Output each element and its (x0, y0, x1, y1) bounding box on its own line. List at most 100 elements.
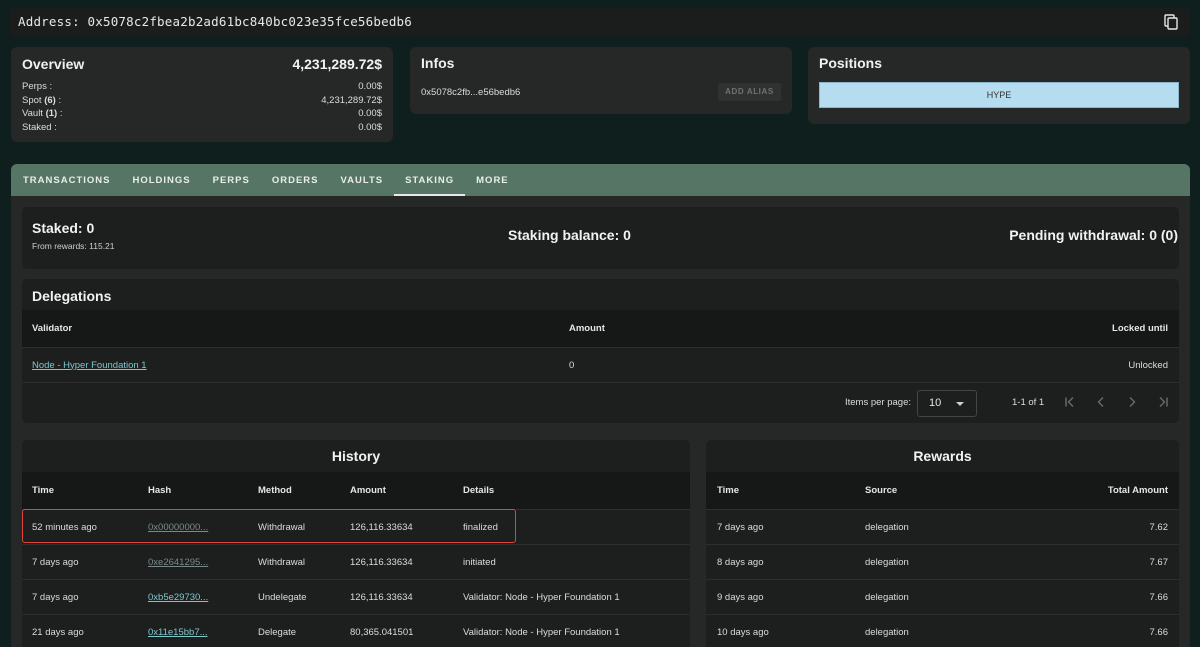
reward-source: delegation (865, 521, 909, 533)
address-bar: Address: 0x5078c2fbea2b2ad61bc840bc023e3… (10, 8, 1190, 35)
tab-perps[interactable]: PERPS (202, 164, 261, 196)
history-time: 21 days ago (32, 626, 84, 638)
tab-holdings[interactable]: HOLDINGS (121, 164, 201, 196)
overview-row-label: Spot (6) : (22, 94, 61, 108)
tab-transactions[interactable]: TRANSACTIONS (12, 164, 121, 196)
history-amount: 126,116.33634 (350, 521, 413, 533)
overview-label-text: Perps : (22, 81, 53, 92)
col-time[interactable]: Time (32, 472, 54, 509)
history-time: 52 minutes ago (32, 521, 97, 533)
table-row: 21 days ago 0x11e15bb7... Delegate 80,365.0… (22, 614, 690, 647)
overview-row-value: 0.00$ (358, 108, 382, 119)
rewards-table-header: Time Source Total Amount (706, 472, 1179, 509)
hash-link[interactable]: 0x00000000... (148, 510, 208, 544)
infos-card: Infos 0x5078c2fb...e56bedb6 ADD ALIAS (410, 47, 792, 114)
history-panel: History Time Hash Method Amount Details … (22, 440, 690, 647)
add-alias-button[interactable]: ADD ALIAS (718, 83, 781, 101)
next-page-icon[interactable] (1125, 395, 1139, 409)
position-bar-hype[interactable]: HYPE (819, 82, 1179, 108)
history-method: Withdrawal (258, 521, 305, 533)
overview-row-value: 0.00$ (358, 81, 382, 92)
col-amount[interactable]: Amount (350, 472, 386, 509)
reward-time: 8 days ago (717, 556, 764, 568)
copy-icon[interactable] (1164, 14, 1178, 30)
reward-time: 7 days ago (717, 521, 764, 533)
table-row: 52 minutes ago 0x00000000... Withdrawal 126… (22, 509, 690, 544)
overview-card: Overview 4,231,289.72$ Perps :0.00$ Spot … (11, 47, 393, 142)
prev-page-icon[interactable] (1094, 395, 1108, 409)
overview-count: (1) (45, 108, 58, 119)
tab-orders[interactable]: ORDERS (261, 164, 330, 196)
overview-row: Perps : 0.00$ (22, 80, 382, 94)
overview-row: Staked : 0.00$ (22, 121, 382, 135)
reward-source: delegation (865, 626, 909, 638)
overview-row: Spot (6) : 4,231,289.72$ (22, 94, 382, 108)
from-rewards: From rewards: 115.21 (32, 241, 115, 251)
items-per-page-select[interactable]: 10 (917, 390, 977, 417)
hash-link[interactable]: 0xe2641295... (148, 545, 208, 579)
overview-row-value: 0.00$ (358, 121, 382, 133)
page-range: 1-1 of 1 (1012, 397, 1045, 408)
staking-balance: Staking balance: 0 (508, 227, 631, 243)
staking-summary: Staked: 0 From rewards: 115.21 Staking b… (22, 207, 1179, 269)
overview-row-label: Staked : (22, 121, 57, 135)
tab-more[interactable]: MORE (465, 164, 520, 196)
table-row: 7 days ago 0xb5e29730... Undelegate 126,116… (22, 579, 690, 614)
address-text: Address: 0x5078c2fbea2b2ad61bc840bc023e3… (18, 14, 413, 29)
reward-amount: 7.67 (1149, 556, 1169, 568)
col-method[interactable]: Method (258, 472, 292, 509)
col-details[interactable]: Details (463, 472, 494, 509)
col-validator[interactable]: Validator (32, 310, 72, 347)
tab-bar: TRANSACTIONS HOLDINGS PERPS ORDERS VAULTS STA… (11, 164, 1190, 196)
staked-value: Staked: 0 (32, 220, 95, 236)
validator-link[interactable]: Node - Hyper Foundation 1 (32, 348, 147, 382)
tab-staking[interactable]: STAKING (394, 164, 466, 196)
hash-link[interactable]: 0x11e15bb7... (148, 615, 208, 647)
overview-count: (6) (44, 94, 56, 106)
history-details: finalized (463, 521, 498, 533)
col-locked-until[interactable]: Locked until (1112, 310, 1168, 347)
rewards-panel: Rewards Time Source Total Amount 7 days … (706, 440, 1179, 647)
overview-rows: Perps :0.00$ Spot (6) :4,231,289.72$ Vault… (22, 80, 382, 134)
history-table-header: Time Hash Method Amount Details (22, 472, 690, 509)
delegations-table-header: Validator Amount Locked until (22, 310, 1179, 347)
history-time: 7 days ago (32, 591, 79, 603)
history-time: 7 days ago (32, 556, 79, 568)
history-amount: 126,116.33634 (350, 591, 413, 603)
table-row: Node - Hyper Foundation 1 0 Unlocked (22, 347, 1179, 383)
history-method: Undelegate (258, 591, 307, 603)
overview-row-value: 4,231,289.72$ (321, 94, 382, 106)
tab-vaults[interactable]: VAULTS (330, 164, 395, 196)
overview-label-suffix: : (57, 108, 63, 119)
items-per-page-label: Items per page: (845, 397, 912, 408)
col-total-amount[interactable]: Total Amount (1108, 472, 1168, 509)
reward-time: 10 days ago (717, 626, 769, 638)
history-method: Withdrawal (258, 556, 305, 568)
reward-source: delegation (865, 591, 909, 603)
overview-row: Vault (1) : 0.00$ (22, 107, 382, 121)
infos-title: Infos (421, 55, 455, 71)
history-title: History (331, 448, 381, 464)
overview-title: Overview (22, 56, 85, 72)
items-per-page-value: 10 (929, 397, 942, 409)
table-row: 9 days ago delegation 7.66 (706, 579, 1179, 614)
col-hash[interactable]: Hash (148, 472, 171, 509)
overview-row-label: Perps : (22, 80, 52, 94)
hash-link[interactable]: 0xb5e29730... (148, 580, 208, 614)
history-details: Validator: Node - Hyper Foundation 1 (463, 626, 620, 638)
first-page-icon[interactable] (1063, 395, 1077, 409)
last-page-icon[interactable] (1156, 395, 1170, 409)
col-time[interactable]: Time (717, 472, 739, 509)
chevron-down-icon (956, 402, 964, 406)
delegation-amount: 0 (569, 359, 575, 371)
reward-time: 9 days ago (717, 591, 764, 603)
history-amount: 80,365.041501 (350, 626, 414, 638)
reward-source: delegation (865, 556, 909, 568)
rewards-title: Rewards (913, 448, 972, 464)
main-panel: TRANSACTIONS HOLDINGS PERPS ORDERS VAULTS STA… (11, 164, 1190, 647)
col-amount[interactable]: Amount (569, 310, 605, 347)
col-source[interactable]: Source (865, 472, 897, 509)
overview-label-text: Staked : (22, 121, 57, 133)
history-amount: 126,116.33634 (350, 556, 413, 568)
paginator: Items per page: 10 1-1 of 1 (22, 384, 1179, 422)
